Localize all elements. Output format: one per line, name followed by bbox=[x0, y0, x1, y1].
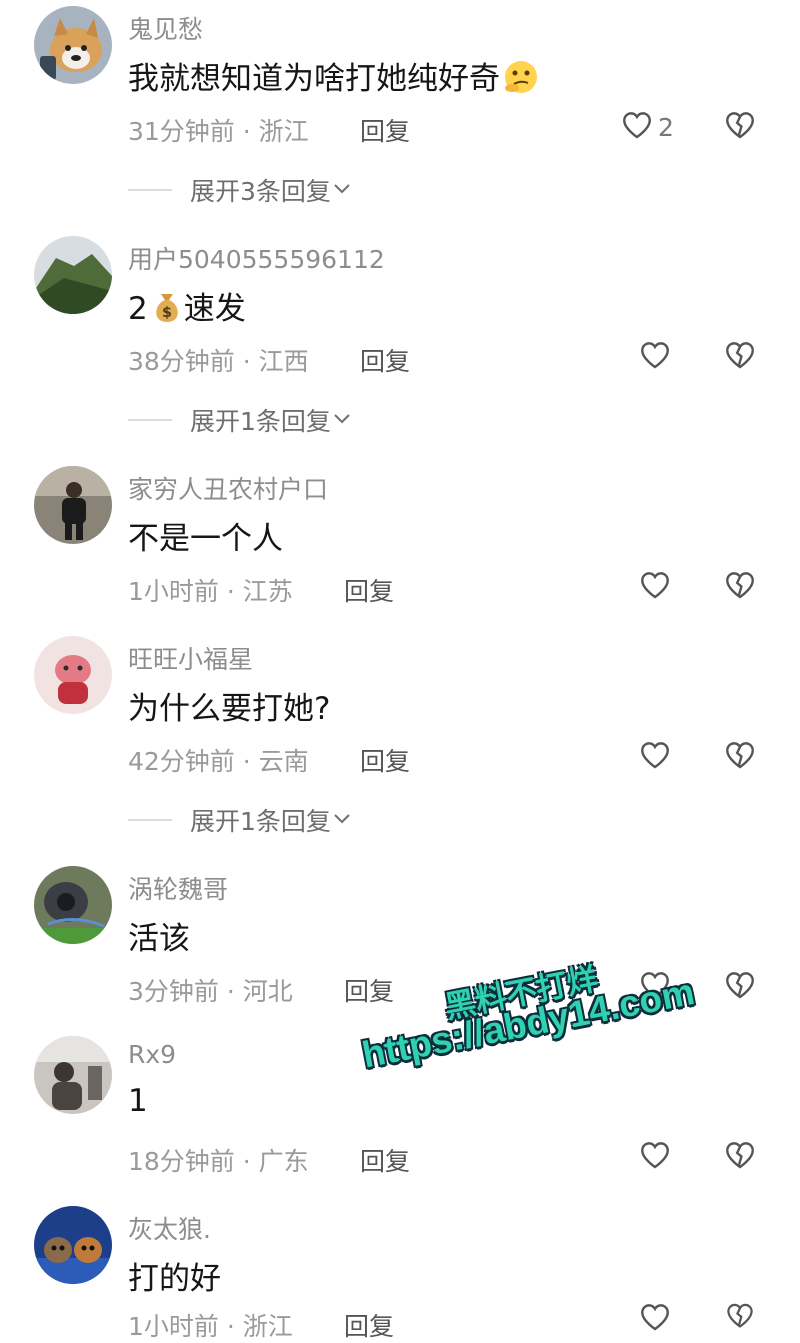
chevron-down-icon bbox=[331, 408, 353, 432]
expand-replies-label: 展开1条回复 bbox=[190, 407, 331, 436]
divider bbox=[128, 189, 172, 191]
comment-time: 3分钟前 bbox=[128, 977, 219, 1006]
broken-heart-icon bbox=[722, 972, 758, 1006]
username[interactable]: 家穷人丑农村户口 bbox=[128, 470, 328, 506]
like-button[interactable] bbox=[638, 1300, 672, 1338]
comment-location: 江西 bbox=[258, 347, 309, 376]
avatar[interactable] bbox=[34, 466, 112, 544]
comment-meta: 31分钟前 · 浙江 bbox=[128, 112, 309, 148]
comment-text: 为什么要打她? bbox=[128, 691, 331, 727]
heart-outline-icon bbox=[638, 1138, 672, 1176]
dislike-button[interactable] bbox=[722, 108, 758, 146]
dislike-button[interactable] bbox=[722, 738, 758, 776]
username[interactable]: 鬼见愁 bbox=[128, 10, 203, 46]
dislike-button[interactable] bbox=[722, 1138, 758, 1176]
divider bbox=[128, 819, 172, 821]
reply-button[interactable]: 回复 bbox=[360, 742, 410, 778]
separator: · bbox=[226, 1312, 235, 1341]
broken-heart-icon bbox=[722, 1303, 758, 1335]
like-button[interactable]: 2 bbox=[620, 108, 674, 146]
comment-time: 38分钟前 bbox=[128, 347, 235, 376]
reply-button[interactable]: 回复 bbox=[360, 112, 410, 148]
separator: · bbox=[226, 977, 235, 1006]
comment-meta: 18分钟前 · 广东 bbox=[128, 1142, 309, 1178]
broken-heart-icon bbox=[722, 572, 758, 606]
divider bbox=[128, 419, 172, 421]
thinking-face-icon bbox=[502, 58, 540, 104]
heart-outline-icon bbox=[638, 338, 672, 376]
avatar[interactable] bbox=[34, 236, 112, 314]
expand-replies-label: 展开3条回复 bbox=[190, 177, 331, 206]
expand-replies-label: 展开1条回复 bbox=[190, 807, 331, 836]
separator: · bbox=[242, 347, 251, 376]
comment-time: 42分钟前 bbox=[128, 747, 235, 776]
comment-meta: 1小时前 · 浙江 bbox=[128, 1307, 293, 1343]
reply-button[interactable]: 回复 bbox=[344, 972, 394, 1008]
comment-time: 31分钟前 bbox=[128, 117, 235, 146]
expand-replies[interactable]: 展开3条回复 bbox=[128, 172, 353, 208]
comment-meta: 38分钟前 · 江西 bbox=[128, 342, 309, 378]
reply-button[interactable]: 回复 bbox=[344, 1307, 394, 1343]
comment-location: 河北 bbox=[242, 977, 293, 1006]
username[interactable]: 涡轮魏哥 bbox=[128, 870, 228, 906]
separator: · bbox=[242, 747, 251, 776]
heart-outline-icon bbox=[638, 1300, 672, 1338]
avatar[interactable] bbox=[34, 636, 112, 714]
reply-button[interactable]: 回复 bbox=[360, 1142, 410, 1178]
username[interactable]: Rx9 bbox=[128, 1040, 176, 1069]
expand-replies[interactable]: 展开1条回复 bbox=[128, 402, 353, 438]
avatar[interactable] bbox=[34, 866, 112, 944]
chevron-down-icon bbox=[331, 808, 353, 832]
like-button[interactable] bbox=[638, 1138, 672, 1176]
separator: · bbox=[242, 117, 251, 146]
like-button[interactable] bbox=[638, 738, 672, 776]
comment-location: 云南 bbox=[258, 747, 309, 776]
comment-location: 广东 bbox=[258, 1147, 309, 1176]
reply-button[interactable]: 回复 bbox=[344, 572, 394, 608]
avatar[interactable] bbox=[34, 1206, 112, 1284]
heart-outline-icon bbox=[620, 108, 654, 146]
dislike-button[interactable] bbox=[722, 968, 758, 1006]
dislike-button[interactable] bbox=[722, 338, 758, 376]
like-count: 2 bbox=[658, 112, 674, 142]
comment-location: 江苏 bbox=[242, 577, 293, 606]
username[interactable]: 旺旺小福星 bbox=[128, 640, 253, 676]
broken-heart-icon bbox=[722, 742, 758, 776]
comment-time: 1小时前 bbox=[128, 577, 219, 606]
chevron-down-icon bbox=[331, 178, 353, 202]
comment-text: 不是一个人 bbox=[128, 521, 283, 557]
expand-replies[interactable]: 展开1条回复 bbox=[128, 802, 353, 838]
comment-text: 活该 bbox=[128, 921, 190, 957]
heart-outline-icon bbox=[638, 568, 672, 606]
broken-heart-icon bbox=[722, 1142, 758, 1176]
dislike-button[interactable] bbox=[722, 1300, 758, 1335]
like-button[interactable] bbox=[638, 568, 672, 606]
svg-text:$: $ bbox=[162, 305, 172, 321]
broken-heart-icon bbox=[722, 112, 758, 146]
like-button[interactable] bbox=[638, 338, 672, 376]
separator: · bbox=[242, 1147, 251, 1176]
username[interactable]: 用户5040555596112 bbox=[128, 240, 385, 276]
avatar[interactable] bbox=[34, 1036, 112, 1114]
heart-outline-icon bbox=[638, 738, 672, 776]
comment-location: 浙江 bbox=[258, 117, 309, 146]
broken-heart-icon bbox=[722, 342, 758, 376]
reply-button[interactable]: 回复 bbox=[360, 342, 410, 378]
comment-text: 1 bbox=[128, 1083, 148, 1119]
comment-time: 1小时前 bbox=[128, 1312, 219, 1341]
comment-meta: 42分钟前 · 云南 bbox=[128, 742, 309, 778]
separator: · bbox=[226, 577, 235, 606]
comment-meta: 1小时前 · 江苏 bbox=[128, 572, 293, 608]
comment-time: 18分钟前 bbox=[128, 1147, 235, 1176]
comment-text: 2 $ 速发 bbox=[128, 283, 246, 334]
username[interactable]: 灰太狼. bbox=[128, 1210, 211, 1246]
dislike-button[interactable] bbox=[722, 568, 758, 606]
comment-text: 我就想知道为啥打她纯好奇 bbox=[128, 53, 540, 104]
avatar[interactable] bbox=[34, 6, 112, 84]
comment-meta: 3分钟前 · 河北 bbox=[128, 972, 293, 1008]
comment-text: 打的好 bbox=[128, 1261, 221, 1297]
money-bag-icon: $ bbox=[150, 288, 184, 334]
comment-location: 浙江 bbox=[242, 1312, 293, 1341]
